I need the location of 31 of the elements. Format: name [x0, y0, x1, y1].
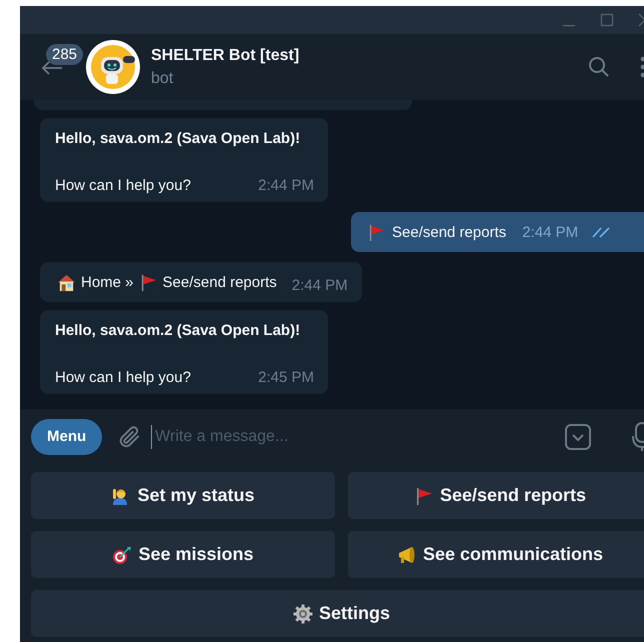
breadcrumb-home: Home »	[81, 274, 134, 290]
message-time: 2:45 PM	[258, 369, 314, 386]
keyboard-button[interactable]: See communications	[348, 531, 644, 578]
message-title: Hello, sava.om.2 (Sava Open Lab)!	[55, 322, 302, 339]
flag-icon	[367, 222, 386, 242]
chat-subtitle: bot	[151, 70, 174, 88]
message-time: 2:44 PM	[292, 276, 348, 294]
keyboard-button[interactable]: Set my status	[31, 472, 335, 519]
back-arrow-icon[interactable]	[41, 60, 63, 76]
menu-button[interactable]: Menu	[31, 418, 102, 454]
keyboard-button[interactable]: Settings	[31, 590, 644, 637]
message-text: How can I help you?	[55, 369, 191, 386]
message-title: Hello, sava.om.2 (Sava Open Lab)!	[55, 130, 302, 147]
gear-icon	[292, 604, 313, 624]
keyboard-button[interactable]: See/send reports	[348, 472, 644, 519]
message-text: See/send reports	[162, 274, 277, 290]
message-composer[interactable]: Menu Write a message...	[20, 409, 644, 464]
megaphone-icon	[396, 544, 417, 564]
chat-title: SHELTER Bot [test]	[151, 46, 300, 64]
message-time: 2:44 PM	[258, 177, 314, 194]
search-icon[interactable]	[588, 56, 610, 78]
unread-count-badge: 285	[46, 44, 84, 65]
keyboard-button[interactable]: See missions	[31, 531, 335, 578]
message-time: 2:44 PM	[522, 224, 578, 240]
keyboard-toggle-icon[interactable]	[564, 422, 592, 450]
message-text: How can I help you?	[55, 177, 191, 194]
message-text: See/send reports	[392, 224, 506, 240]
robot-avatar[interactable]	[86, 40, 140, 94]
target-icon	[112, 544, 132, 564]
maximize-icon[interactable]	[600, 13, 614, 27]
house-icon	[57, 272, 76, 292]
